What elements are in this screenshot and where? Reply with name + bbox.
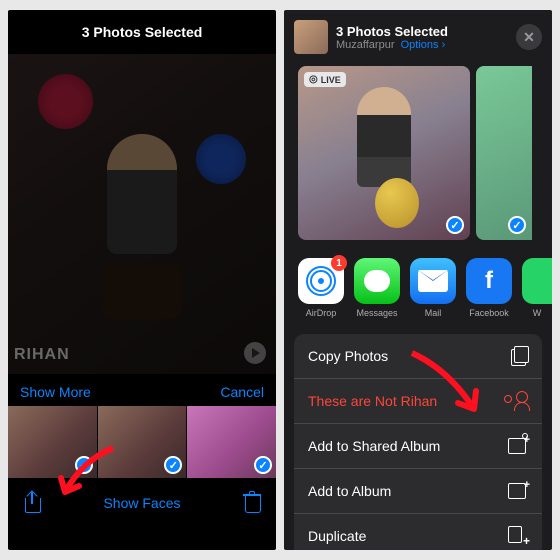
cancel-button[interactable]: Cancel <box>220 384 264 400</box>
share-icon[interactable] <box>22 492 42 514</box>
whatsapp-icon <box>522 258 552 304</box>
action-not-person[interactable]: These are Not Rihan <box>294 379 542 424</box>
shared-album-icon <box>508 436 528 456</box>
app-label: W <box>533 308 542 318</box>
bottom-toolbar: Show Faces <box>8 478 276 528</box>
selected-checkmark-icon: ✓ <box>75 456 93 474</box>
page-title: 3 Photos Selected <box>8 10 276 54</box>
action-label: Duplicate <box>308 528 366 544</box>
person-remove-icon <box>508 391 528 411</box>
preview-photo[interactable]: LIVE ✓ <box>298 66 470 240</box>
notification-badge: 1 <box>331 255 347 271</box>
duplicate-icon <box>508 526 528 546</box>
app-label: Mail <box>425 308 442 318</box>
share-sheet: 3 Photos Selected Muzaffarpur Options › … <box>284 10 552 550</box>
action-label: Add to Album <box>308 483 391 499</box>
thumbnail[interactable]: ✓ <box>8 406 97 478</box>
close-icon[interactable]: ✕ <box>516 24 542 50</box>
header-title: 3 Photos Selected <box>336 24 508 39</box>
mail-icon <box>410 258 456 304</box>
messages-icon <box>354 258 400 304</box>
preview-photo[interactable]: ✓ <box>476 66 532 240</box>
share-app-messages[interactable]: Messages <box>354 258 400 318</box>
share-app-airdrop[interactable]: 1 AirDrop <box>298 258 344 318</box>
live-badge: LIVE <box>304 72 346 87</box>
photo-watermark: RIHAN <box>14 346 70 364</box>
header-thumbnail <box>294 20 328 54</box>
app-label: AirDrop <box>306 308 337 318</box>
play-icon[interactable] <box>244 342 266 364</box>
options-button[interactable]: Options › <box>401 39 446 51</box>
action-label: Add to Shared Album <box>308 438 440 454</box>
controls-row: Show More Cancel <box>8 374 276 406</box>
action-duplicate[interactable]: Duplicate <box>294 514 542 550</box>
action-label: These are Not Rihan <box>308 393 437 409</box>
thumbnail-strip: ✓ ✓ ✓ <box>8 406 276 478</box>
selected-checkmark-icon: ✓ <box>254 456 272 474</box>
app-label: Messages <box>356 308 397 318</box>
share-app-mail[interactable]: Mail <box>410 258 456 318</box>
app-label: Facebook <box>469 308 509 318</box>
selected-checkmark-icon: ✓ <box>508 216 526 234</box>
action-label: Copy Photos <box>308 348 388 364</box>
thumbnail[interactable]: ✓ <box>98 406 187 478</box>
selected-checkmark-icon: ✓ <box>446 216 464 234</box>
photos-selection-screen: 3 Photos Selected RIHAN Show More Cancel… <box>8 10 276 550</box>
copy-icon <box>508 346 528 366</box>
preview-area: LIVE ✓ ✓ <box>284 60 552 246</box>
facebook-icon: f <box>466 258 512 304</box>
header-text: 3 Photos Selected Muzaffarpur Options › <box>336 24 508 51</box>
airdrop-icon: 1 <box>298 258 344 304</box>
show-faces-button[interactable]: Show Faces <box>103 495 180 511</box>
action-copy-photos[interactable]: Copy Photos <box>294 334 542 379</box>
share-app-whatsapp[interactable]: W <box>522 258 552 318</box>
action-add-album[interactable]: Add to Album <box>294 469 542 514</box>
header-subtitle: Muzaffarpur <box>336 39 395 51</box>
album-icon <box>508 481 528 501</box>
thumbnail[interactable]: ✓ <box>187 406 276 478</box>
share-apps-row: 1 AirDrop Messages Mail f Facebook W <box>284 246 552 330</box>
main-photo-preview[interactable]: RIHAN <box>8 54 276 374</box>
trash-icon[interactable] <box>242 492 262 514</box>
selected-checkmark-icon: ✓ <box>164 456 182 474</box>
share-sheet-header: 3 Photos Selected Muzaffarpur Options › … <box>284 10 552 60</box>
action-add-shared-album[interactable]: Add to Shared Album <box>294 424 542 469</box>
action-list: Copy Photos These are Not Rihan Add to S… <box>294 334 542 550</box>
show-more-button[interactable]: Show More <box>20 384 91 400</box>
share-app-facebook[interactable]: f Facebook <box>466 258 512 318</box>
